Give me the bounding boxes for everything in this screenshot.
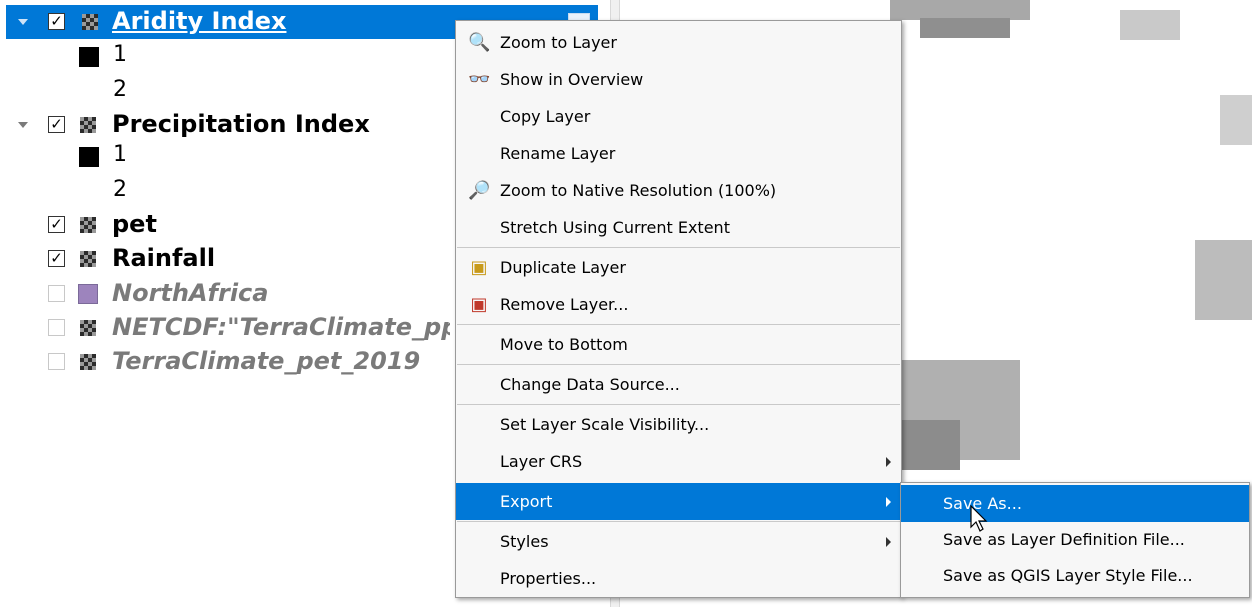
map-feature xyxy=(1220,95,1252,145)
submenu-arrow-icon xyxy=(886,456,891,467)
menu-item-save-as[interactable]: Save As... xyxy=(901,485,1249,522)
submenu-arrow-icon xyxy=(886,536,891,547)
layer-checkbox[interactable]: ✓ xyxy=(48,216,65,233)
layer-name: Rainfall xyxy=(112,244,216,272)
submenu-arrow-icon xyxy=(886,496,891,507)
legend-label: 1 xyxy=(113,142,127,167)
menu-separator xyxy=(457,364,900,365)
layer-name: NorthAfrica xyxy=(112,279,269,307)
layer-name: pet xyxy=(112,210,157,238)
menu-item-show-in-overview[interactable]: 👓 Show in Overview xyxy=(456,61,901,98)
native-resolution-icon: 🔎 xyxy=(468,179,491,201)
mouse-cursor-icon xyxy=(970,505,988,532)
overview-icon: 👓 xyxy=(468,68,491,90)
raster-layer-icon xyxy=(80,354,96,370)
legend-label: 1 xyxy=(113,42,127,67)
layer-checkbox[interactable] xyxy=(48,319,65,336)
menu-item-save-layer-definition[interactable]: Save as Layer Definition File... xyxy=(901,521,1249,558)
layer-row-netcdf[interactable]: NETCDF:"TerraClimate_pp xyxy=(0,311,450,345)
layer-row-terraclimate-pet-2019[interactable]: TerraClimate_pet_2019 xyxy=(0,345,450,379)
layer-checkbox[interactable]: ✓ xyxy=(48,13,65,30)
menu-item-properties[interactable]: Properties... xyxy=(456,560,901,597)
menu-item-move-to-bottom[interactable]: Move to Bottom xyxy=(456,326,901,363)
legend-label: 2 xyxy=(113,177,127,202)
map-feature xyxy=(1120,10,1180,40)
layer-name: NETCDF:"TerraClimate_pp xyxy=(112,313,450,341)
polygon-layer-icon xyxy=(78,284,98,304)
menu-separator xyxy=(457,404,900,405)
raster-layer-icon xyxy=(80,217,96,233)
raster-layer-icon xyxy=(80,117,96,133)
menu-item-duplicate-layer[interactable]: ▣ Duplicate Layer xyxy=(456,249,901,286)
map-feature xyxy=(890,0,1030,20)
menu-item-save-qgis-style[interactable]: Save as QGIS Layer Style File... xyxy=(901,557,1249,594)
layer-context-menu: 🔍 Zoom to Layer 👓 Show in Overview Copy … xyxy=(455,20,902,598)
layer-row-precipitation-index[interactable]: ✓ Precipitation Index xyxy=(0,108,450,142)
legend-label: 2 xyxy=(113,77,127,102)
layer-name: Precipitation Index xyxy=(112,110,370,138)
zoom-layer-icon: 🔍 xyxy=(468,31,491,53)
menu-item-set-scale-visibility[interactable]: Set Layer Scale Visibility... xyxy=(456,406,901,443)
menu-item-rename-layer[interactable]: Rename Layer xyxy=(456,135,901,172)
duplicate-layer-icon: ▣ xyxy=(470,256,488,278)
layer-row-rainfall[interactable]: ✓ Rainfall xyxy=(0,242,450,276)
layer-checkbox[interactable] xyxy=(48,285,65,302)
menu-item-stretch-current-extent[interactable]: Stretch Using Current Extent xyxy=(456,209,901,246)
layer-row-northafrica[interactable]: NorthAfrica xyxy=(0,277,450,311)
layer-checkbox[interactable]: ✓ xyxy=(48,250,65,267)
export-submenu: Save As... Save as Layer Definition File… xyxy=(900,482,1250,598)
raster-layer-icon xyxy=(82,14,98,30)
menu-separator xyxy=(457,324,900,325)
menu-item-layer-crs[interactable]: Layer CRS xyxy=(456,443,901,480)
menu-item-styles[interactable]: Styles xyxy=(456,523,901,560)
remove-layer-icon: ▣ xyxy=(470,293,488,315)
menu-item-zoom-to-layer[interactable]: 🔍 Zoom to Layer xyxy=(456,24,901,61)
layer-row-pet[interactable]: ✓ pet xyxy=(0,208,450,242)
menu-item-change-data-source[interactable]: Change Data Source... xyxy=(456,366,901,403)
menu-item-export[interactable]: Export xyxy=(456,483,901,520)
map-feature xyxy=(900,420,960,470)
menu-separator xyxy=(457,247,900,248)
map-feature xyxy=(1195,240,1252,320)
legend-swatch-1 xyxy=(79,147,99,167)
menu-item-remove-layer[interactable]: ▣ Remove Layer... xyxy=(456,286,901,323)
layer-name: TerraClimate_pet_2019 xyxy=(112,347,421,375)
legend-swatch-1 xyxy=(79,47,99,67)
menu-item-copy-layer[interactable]: Copy Layer xyxy=(456,98,901,135)
map-feature xyxy=(920,18,1010,38)
menu-item-zoom-native-resolution[interactable]: 🔎 Zoom to Native Resolution (100%) xyxy=(456,172,901,209)
layer-checkbox[interactable]: ✓ xyxy=(48,116,65,133)
raster-layer-icon xyxy=(80,320,96,336)
layer-name: Aridity Index xyxy=(112,7,287,35)
collapse-arrow-icon[interactable] xyxy=(18,19,28,25)
raster-layer-icon xyxy=(80,251,96,267)
layer-checkbox[interactable] xyxy=(48,353,65,370)
menu-separator xyxy=(457,521,900,522)
collapse-arrow-icon[interactable] xyxy=(18,122,28,128)
